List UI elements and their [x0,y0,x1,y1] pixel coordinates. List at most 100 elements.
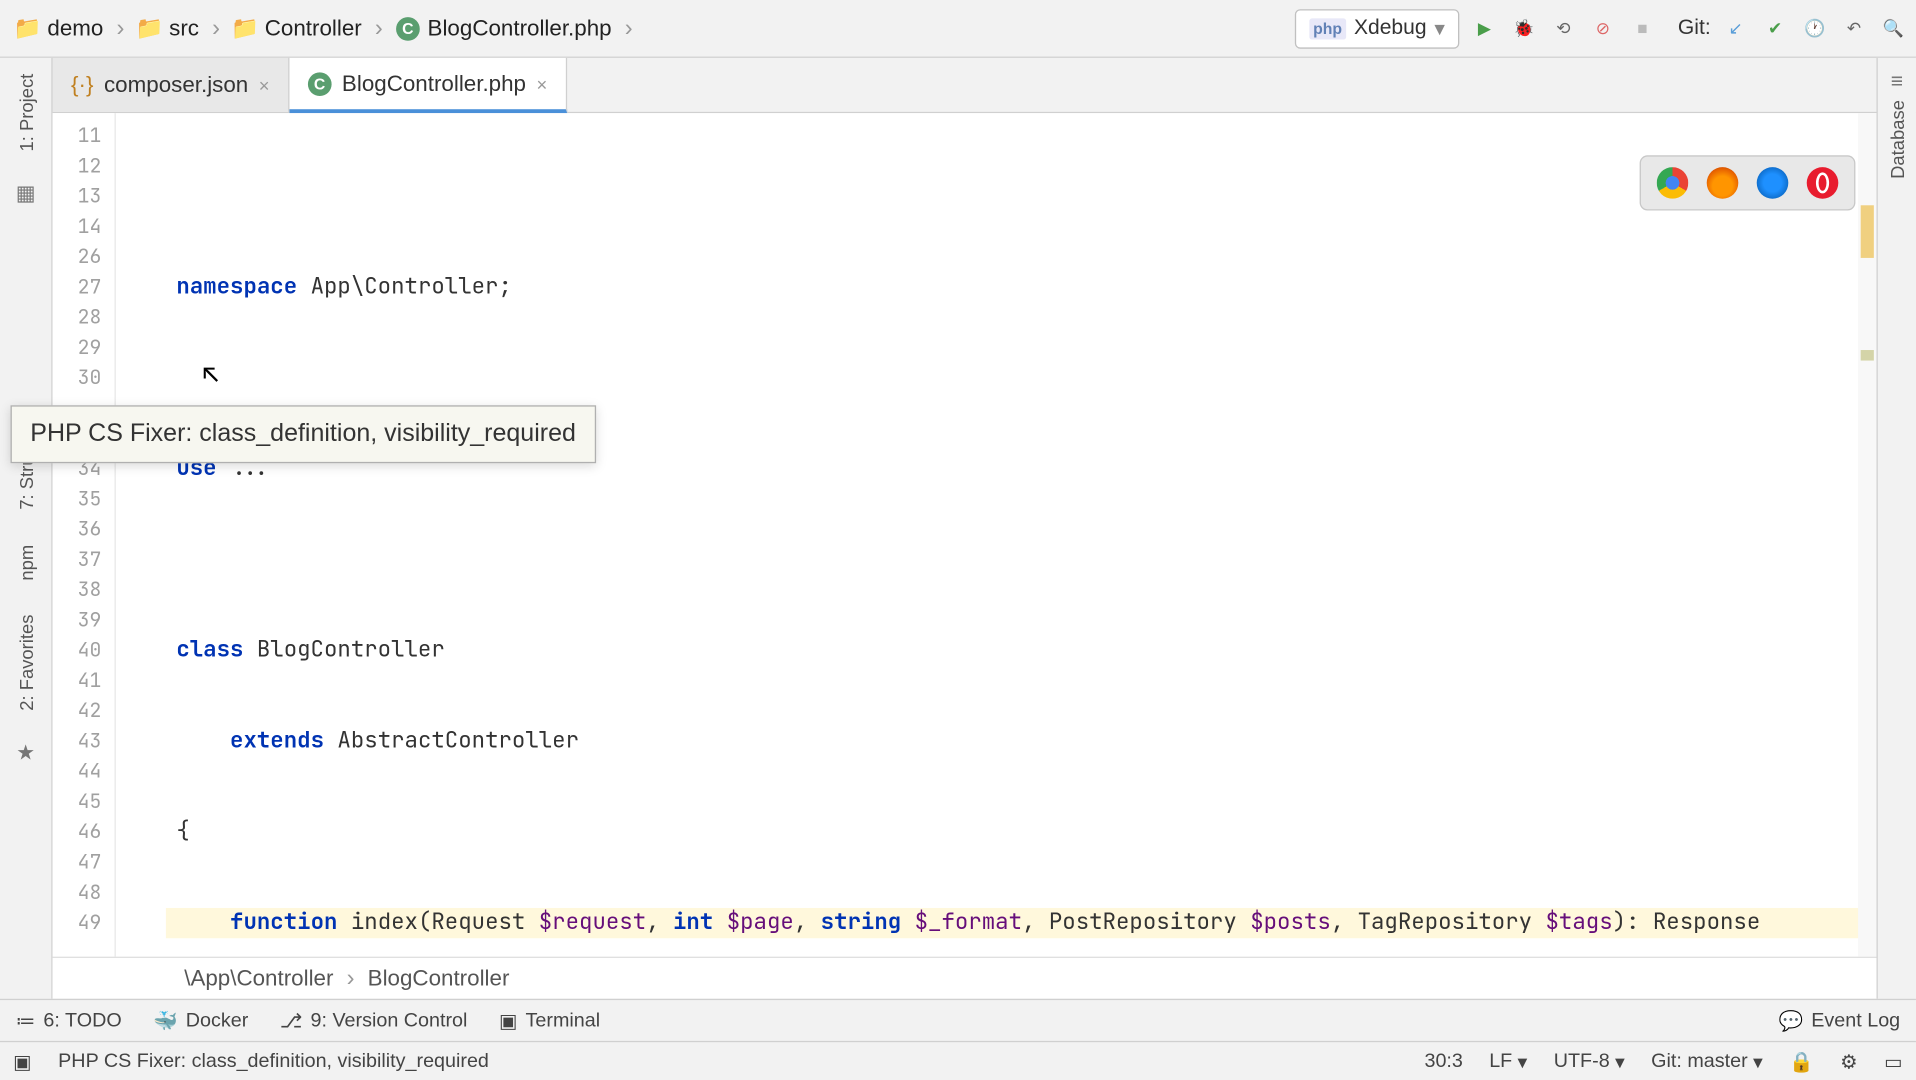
tool-npm[interactable]: npm [15,539,36,585]
fold-gutter[interactable] [116,113,166,999]
database-icon[interactable]: ≡ [1891,71,1903,95]
chevron-right-icon: › [347,965,355,993]
collapse-icon[interactable]: ▦ [16,180,36,206]
code-line-highlighted: function index(Request $request, int $pa… [166,908,1877,938]
code-content[interactable]: namespace App\Controller; use ... class … [166,113,1877,999]
safari-icon[interactable] [1757,167,1789,199]
crumb-namespace[interactable]: \App\Controller [184,965,333,991]
code-line: extends AbstractController [166,726,1877,756]
file-encoding[interactable]: UTF-8 ▾ [1554,1049,1625,1073]
status-bar: ▣ PHP CS Fixer: class_definition, visibi… [0,1041,1916,1080]
breadcrumb-label: src [169,15,199,41]
close-icon[interactable]: × [259,74,270,95]
stop-icon[interactable]: ■ [1628,14,1657,43]
run-toolbar: php Xdebug ▾ ▶ 🐞 ⟲ ⊘ ■ Git: ↙ ✔ 🕐 ↶ 🔍 [1295,9,1908,48]
breadcrumb: 📁 demo › 📁 src › 📁 Controller › C BlogCo… [8,10,1290,47]
editor-breadcrumb: \App\Controller › BlogController [53,957,1877,999]
code-line [166,545,1877,575]
code-line: { [166,817,1877,847]
folder-icon: 📁 [138,16,162,40]
firefox-icon[interactable] [1707,167,1739,199]
docker-icon: 🐳 [153,1009,178,1033]
breadcrumb-controller[interactable]: 📁 Controller [225,10,369,47]
folder-icon: 📁 [16,16,40,40]
memory-icon[interactable]: ▭ [1884,1049,1903,1073]
tool-todo[interactable]: ≔6: TODO [16,1009,122,1033]
left-tool-strip: 1: Project ▦ 7: Structure npm 2: Favorit… [0,58,53,999]
class-icon: C [308,72,332,96]
run-config-select[interactable]: php Xdebug ▾ [1295,9,1460,48]
coverage-icon[interactable]: ⟲ [1549,14,1578,43]
breadcrumb-label: BlogController.php [428,15,612,41]
settings-icon[interactable]: ⚙ [1840,1049,1858,1073]
tool-terminal[interactable]: ▣Terminal [499,1009,600,1033]
window-icon[interactable]: ▣ [13,1049,32,1073]
tooltip-text: PHP CS Fixer: class_definition, visibili… [30,420,576,448]
git-history-icon[interactable]: 🕐 [1800,14,1829,43]
chevron-right-icon: › [625,14,633,42]
code-line: class BlogController [166,636,1877,666]
open-in-browser-panel [1640,155,1856,210]
search-icon[interactable]: 🔍 [1879,14,1908,43]
tool-docker[interactable]: 🐳Docker [153,1009,248,1033]
class-icon: C [396,16,420,40]
tool-event-log[interactable]: 💬Event Log [1779,1009,1900,1033]
run-icon[interactable]: ▶ [1470,14,1499,43]
folder-icon: 📁 [233,16,257,40]
branch-icon: ⎇ [280,1009,303,1033]
tab-composer-json[interactable]: {·} composer.json × [53,58,290,112]
close-icon[interactable]: × [537,73,548,94]
chevron-down-icon: ▾ [1518,1049,1528,1073]
debug-icon[interactable]: 🐞 [1509,14,1538,43]
right-tool-strip: ≡ Database [1876,58,1915,999]
inspection-tooltip: PHP CS Fixer: class_definition, visibili… [11,405,596,463]
bottom-tool-bar: ≔6: TODO 🐳Docker ⎇9: Version Control ▣Te… [0,999,1916,1041]
chevron-right-icon: › [116,14,124,42]
breadcrumb-file[interactable]: C BlogController.php [388,10,619,47]
tool-version-control[interactable]: ⎇9: Version Control [280,1009,468,1033]
tab-blogcontroller[interactable]: C BlogController.php × [289,58,567,113]
code-line [166,182,1877,212]
line-number-gutter: 11 12 13 14 26 27 28 29 30 33 34 35 36 3… [53,113,116,999]
status-message: PHP CS Fixer: class_definition, visibili… [58,1050,489,1072]
list-icon: ≔ [16,1009,36,1033]
crumb-class[interactable]: BlogController [368,965,510,991]
warning-marker[interactable] [1861,205,1874,258]
chrome-icon[interactable] [1657,167,1689,199]
warning-marker[interactable] [1861,350,1874,361]
xdebug-label: Xdebug [1354,16,1427,40]
git-revert-icon[interactable]: ↶ [1840,14,1869,43]
git-label: Git: [1678,16,1711,40]
tab-label: composer.json [104,72,248,98]
php-icon: php [1309,18,1346,39]
chevron-down-icon: ▾ [1753,1049,1763,1073]
terminal-icon: ▣ [499,1009,518,1033]
git-branch[interactable]: Git: master ▾ [1651,1049,1763,1073]
breadcrumb-src[interactable]: 📁 src [130,10,207,47]
chevron-down-icon: ▾ [1615,1049,1625,1073]
code-line: namespace App\Controller; [166,272,1877,302]
tab-label: BlogController.php [342,70,526,96]
lock-icon[interactable]: 🔒 [1789,1049,1814,1073]
chevron-right-icon: › [212,14,220,42]
opera-icon[interactable] [1807,167,1839,199]
chevron-down-icon: ▾ [1434,15,1445,41]
tool-favorites[interactable]: 2: Favorites [15,609,36,716]
line-separator[interactable]: LF ▾ [1489,1049,1527,1073]
profile-icon[interactable]: ⊘ [1588,14,1617,43]
breadcrumb-demo[interactable]: 📁 demo [8,10,111,47]
tool-project[interactable]: 1: Project [15,68,36,156]
git-update-icon[interactable]: ↙ [1721,14,1750,43]
code-editor[interactable]: 11 12 13 14 26 27 28 29 30 33 34 35 36 3… [53,113,1877,999]
bubble-icon: 💬 [1779,1009,1804,1033]
breadcrumb-label: demo [47,15,103,41]
navigation-bar: 📁 demo › 📁 src › 📁 Controller › C BlogCo… [0,0,1916,58]
tool-database[interactable]: Database [1886,95,1907,184]
git-commit-icon[interactable]: ✔ [1761,14,1790,43]
cursor-position[interactable]: 30:3 [1424,1050,1462,1072]
breadcrumb-label: Controller [265,15,362,41]
chevron-right-icon: › [375,14,383,42]
star-icon: ★ [16,739,35,765]
editor-scrollbar[interactable] [1858,113,1876,956]
json-file-icon: {·} [71,72,93,98]
